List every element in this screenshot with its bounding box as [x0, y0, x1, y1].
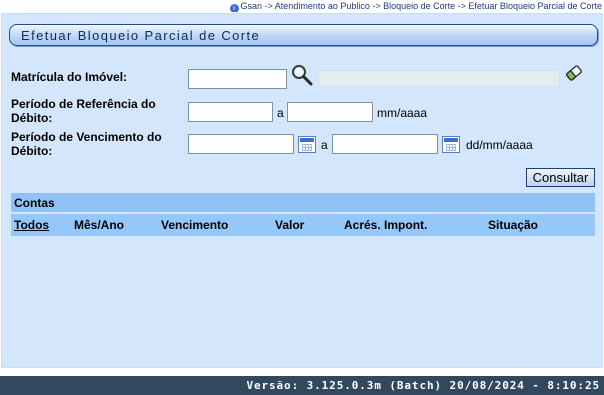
breadcrumb-text[interactable]: Gsan -> Atendimento ao Publico -> Bloque…	[241, 1, 604, 11]
page-title: Efetuar Bloqueio Parcial de Corte	[21, 28, 261, 43]
matricula-description	[318, 70, 560, 87]
vencimento-to-input[interactable]	[332, 134, 438, 154]
vencimento-label-line1: Período de Vencimento do	[11, 130, 162, 144]
column-todos-link[interactable]: Todos	[14, 218, 49, 232]
referencia-label-line2: Débito:	[11, 111, 53, 125]
referencia-to-input[interactable]	[287, 102, 373, 122]
referencia-format-hint: mm/aaaa	[377, 106, 428, 120]
referencia-label-line1: Período de Referência do	[11, 97, 156, 111]
contas-columns-header: Todos Mês/Ano Vencimento Valor Acrés. Im…	[11, 214, 595, 236]
page-title-bar: Efetuar Bloqueio Parcial de Corte	[9, 24, 598, 46]
matricula-label: Matrícula do Imóvel:	[11, 70, 128, 84]
column-valor: Valor	[275, 218, 305, 232]
column-mes-ano: Mês/Ano	[74, 218, 125, 232]
vencimento-format-hint: dd/mm/aaaa	[466, 138, 533, 152]
column-situacao: Situação	[488, 218, 539, 232]
vencimento-from-calendar-icon[interactable]	[298, 136, 316, 153]
breadcrumb: i Gsan -> Atendimento ao Publico -> Bloqu…	[0, 0, 604, 12]
contas-header: Contas	[11, 193, 595, 212]
eraser-icon[interactable]	[565, 64, 583, 82]
vencimento-label-line2: Débito:	[11, 144, 53, 158]
vencimento-to-calendar-icon[interactable]	[442, 136, 460, 153]
consultar-button[interactable]: Consultar	[526, 168, 595, 187]
contas-title: Contas	[14, 196, 55, 210]
column-acres-impont: Acrés. Impont.	[344, 218, 428, 232]
version-text: Versão: 3.125.0.3m (Batch) 20/08/2024 - …	[246, 379, 600, 392]
referencia-from-input[interactable]	[188, 102, 273, 122]
column-vencimento: Vencimento	[161, 218, 229, 232]
footer: Versão: 3.125.0.3m (Batch) 20/08/2024 - …	[0, 376, 604, 395]
separator-strip	[0, 368, 604, 376]
magnifier-icon[interactable]	[291, 64, 313, 86]
vencimento-from-input[interactable]	[188, 134, 294, 154]
matricula-input[interactable]	[188, 69, 287, 89]
vencimento-separator: a	[321, 138, 328, 152]
referencia-separator: a	[277, 106, 284, 120]
info-icon: i	[229, 4, 239, 12]
